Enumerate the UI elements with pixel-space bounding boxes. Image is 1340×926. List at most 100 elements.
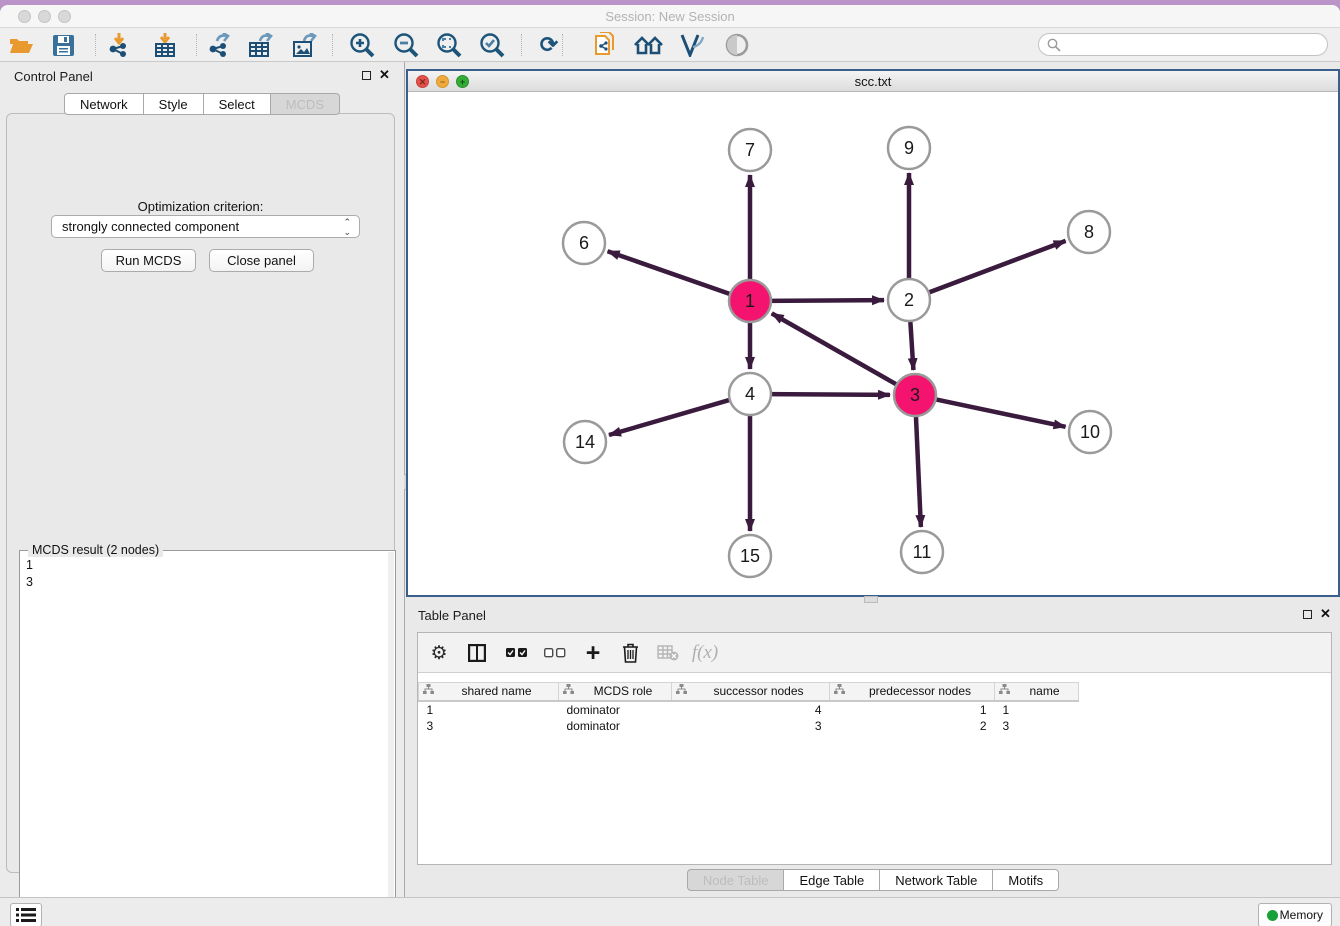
node-table[interactable]: shared nameMCDS rolesuccessor nodesprede… bbox=[418, 682, 1079, 735]
refresh-icon[interactable]: ⟳ bbox=[534, 31, 564, 59]
svg-text:1: 1 bbox=[745, 291, 755, 311]
column-header-predecessor-nodes[interactable]: predecessor nodes bbox=[830, 683, 995, 701]
control-panel-tabs: NetworkStyleSelectMCDS bbox=[0, 93, 404, 115]
deselect-all-icon[interactable] bbox=[540, 639, 570, 667]
edge-3-10[interactable] bbox=[934, 399, 1066, 427]
delete-table-icon[interactable] bbox=[653, 639, 683, 667]
toolbar-separator bbox=[521, 34, 522, 56]
cell-predecessor-nodes[interactable]: 1 bbox=[830, 701, 995, 718]
graph-node-8[interactable]: 8 bbox=[1068, 211, 1110, 253]
import-network-icon[interactable] bbox=[104, 31, 134, 59]
graph-node-9[interactable]: 9 bbox=[888, 127, 930, 169]
edge-2-8[interactable] bbox=[927, 241, 1066, 293]
column-visibility-icon[interactable] bbox=[462, 639, 492, 667]
tab-edge-table[interactable]: Edge Table bbox=[784, 869, 880, 891]
open-file-icon[interactable] bbox=[6, 31, 36, 59]
export-table-icon[interactable] bbox=[246, 31, 276, 59]
control-panel-title: Control Panel bbox=[14, 69, 93, 84]
graph-node-4[interactable]: 4 bbox=[729, 373, 771, 415]
zoom-selected-icon[interactable] bbox=[477, 31, 507, 59]
table-settings-gear-icon[interactable]: ⚙ bbox=[424, 639, 454, 667]
tab-mcds[interactable]: MCDS bbox=[271, 93, 340, 115]
column-header-shared-name[interactable]: shared name bbox=[419, 683, 559, 701]
svg-text:10: 10 bbox=[1080, 422, 1100, 442]
cell-predecessor-nodes[interactable]: 2 bbox=[830, 718, 995, 735]
tab-network[interactable]: Network bbox=[64, 93, 144, 115]
cell-MCDS-role[interactable]: dominator bbox=[559, 701, 672, 718]
table-toolbar: ⚙ + f bbox=[418, 633, 1331, 673]
add-column-icon[interactable]: + bbox=[578, 639, 608, 667]
close-panel-icon[interactable]: ✕ bbox=[379, 67, 390, 83]
table-row[interactable]: 1dominator411 bbox=[419, 701, 1079, 718]
toolbar-separator bbox=[562, 34, 563, 56]
cell-name[interactable]: 3 bbox=[995, 718, 1079, 735]
edge-4-3[interactable] bbox=[769, 394, 890, 395]
graph-node-1[interactable]: 1 bbox=[729, 280, 771, 322]
vizmapper-icon[interactable] bbox=[677, 31, 707, 59]
float-panel-icon[interactable] bbox=[362, 71, 371, 80]
run-mcds-button[interactable]: Run MCDS bbox=[101, 249, 196, 272]
cell-successor-nodes[interactable]: 4 bbox=[672, 701, 830, 718]
cell-MCDS-role[interactable]: dominator bbox=[559, 718, 672, 735]
tab-node-table[interactable]: Node Table bbox=[687, 869, 785, 891]
show-hide-eye-icon[interactable] bbox=[722, 31, 752, 59]
svg-text:7: 7 bbox=[745, 140, 755, 160]
table-row[interactable]: 3dominator323 bbox=[419, 718, 1079, 735]
graph-node-10[interactable]: 10 bbox=[1069, 411, 1111, 453]
graph-node-11[interactable]: 11 bbox=[901, 531, 943, 573]
tab-style[interactable]: Style bbox=[144, 93, 204, 115]
new-network-from-selection-icon[interactable] bbox=[590, 31, 620, 59]
function-builder-icon[interactable]: f(x) bbox=[690, 639, 720, 667]
svg-text:9: 9 bbox=[904, 138, 914, 158]
search-input[interactable] bbox=[1038, 33, 1328, 56]
table-close-icon[interactable]: ✕ bbox=[1320, 606, 1331, 622]
column-header-successor-nodes[interactable]: successor nodes bbox=[672, 683, 830, 701]
zoom-out-icon[interactable] bbox=[391, 31, 421, 59]
network-window-title: scc.txt bbox=[408, 74, 1338, 89]
cell-successor-nodes[interactable]: 3 bbox=[672, 718, 830, 735]
edge-4-14[interactable] bbox=[609, 399, 732, 435]
task-history-button[interactable] bbox=[10, 903, 42, 926]
edge-3-11[interactable] bbox=[916, 414, 921, 527]
column-header-name[interactable]: name bbox=[995, 683, 1079, 701]
main-toolbar: ⟳ bbox=[0, 28, 1340, 62]
graph-node-6[interactable]: 6 bbox=[563, 222, 605, 264]
edge-1-6[interactable] bbox=[608, 251, 732, 294]
cell-shared-name[interactable]: 1 bbox=[419, 701, 559, 718]
network-window-titlebar[interactable]: ✕ − + scc.txt bbox=[408, 71, 1338, 92]
home-layout-icon[interactable] bbox=[634, 31, 664, 59]
tab-motifs[interactable]: Motifs bbox=[993, 869, 1059, 891]
zoom-in-icon[interactable] bbox=[347, 31, 377, 59]
table-float-icon[interactable] bbox=[1303, 610, 1312, 619]
edge-1-2[interactable] bbox=[769, 300, 884, 301]
tree-icon bbox=[563, 684, 574, 698]
svg-text:3: 3 bbox=[910, 385, 920, 405]
graph-node-15[interactable]: 15 bbox=[729, 535, 771, 577]
cell-name[interactable]: 1 bbox=[995, 701, 1079, 718]
optimization-criterion-select[interactable]: strongly connected component ⌃⌄ bbox=[51, 215, 360, 238]
tab-network-table[interactable]: Network Table bbox=[880, 869, 993, 891]
memory-button[interactable]: Memory bbox=[1258, 903, 1332, 926]
close-panel-button[interactable]: Close panel bbox=[209, 249, 314, 272]
graph-node-2[interactable]: 2 bbox=[888, 279, 930, 321]
graph-node-3[interactable]: 3 bbox=[894, 374, 936, 416]
result-scrollbar[interactable] bbox=[388, 552, 394, 925]
column-header-MCDS-role[interactable]: MCDS role bbox=[559, 683, 672, 701]
cell-shared-name[interactable]: 3 bbox=[419, 718, 559, 735]
tree-icon bbox=[834, 684, 845, 698]
graph-node-7[interactable]: 7 bbox=[729, 129, 771, 171]
edge-2-3[interactable] bbox=[910, 319, 913, 370]
export-network-icon[interactable] bbox=[204, 31, 234, 59]
main-area: Control Panel ✕ NetworkStyleSelectMCDS O… bbox=[0, 62, 1340, 897]
save-session-icon[interactable] bbox=[48, 31, 78, 59]
select-all-icon[interactable] bbox=[502, 639, 532, 667]
graph-node-14[interactable]: 14 bbox=[564, 421, 606, 463]
import-table-icon[interactable] bbox=[150, 31, 180, 59]
delete-column-trash-icon[interactable] bbox=[615, 639, 645, 667]
tab-select[interactable]: Select bbox=[204, 93, 271, 115]
edge-3-1[interactable] bbox=[772, 313, 899, 385]
export-image-icon[interactable] bbox=[290, 31, 320, 59]
zoom-fit-icon[interactable] bbox=[434, 31, 464, 59]
mcds-result-text[interactable]: 1 3 bbox=[26, 557, 33, 591]
network-canvas[interactable]: 7 9 6 8 1 2 4 3 14 10 15 11 bbox=[408, 92, 1338, 595]
